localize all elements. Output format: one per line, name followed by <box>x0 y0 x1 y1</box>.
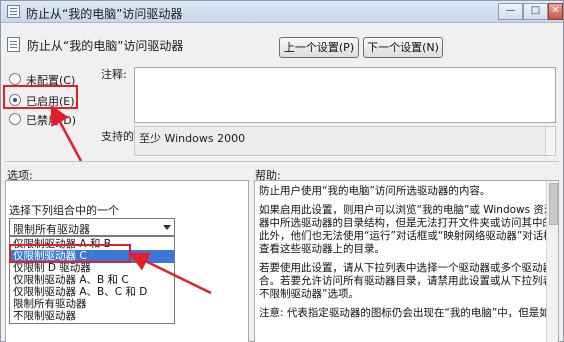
help-paragraph: 如果启用此设置，则用户可以浏览“我的电脑”或 Windows 资源管理 器中所选… <box>259 204 547 255</box>
policy-setting-icon <box>7 37 20 52</box>
window-title: 防止从“我的电脑”访问驱动器 <box>26 7 183 21</box>
previous-setting-button[interactable]: 上一个设置(P) <box>279 37 359 58</box>
help-text: 防止用户使用“我的电脑”访问所选驱动器的内容。 如果启用此设置，则用户可以浏览“… <box>259 185 547 326</box>
help-paragraph: 注意: 代表指定驱动器的图标仍会出现在“我的电脑”中，但是如果用户 <box>259 307 547 319</box>
close-button[interactable]: ✕ <box>548 3 563 20</box>
annotation-highlight-box <box>9 244 131 263</box>
next-setting-button[interactable]: 下一个设置(N) <box>363 37 443 58</box>
policy-window: 防止从“我的电脑”访问驱动器 — □ ✕ 防止从“我的电脑”访问驱动器 上一个设… <box>0 0 564 342</box>
platform-value: 至少 Windows 2000 <box>139 132 246 145</box>
dropdown-option[interactable]: 不限制驱动器 <box>10 310 174 323</box>
title-bar[interactable]: 防止从“我的电脑”访问驱动器 — □ ✕ <box>1 1 563 23</box>
radio-button[interactable] <box>9 73 21 85</box>
radio-label: 已禁用(D) <box>26 114 77 127</box>
comment-textarea[interactable] <box>134 67 556 123</box>
options-heading: 选择下列组合中的一个 <box>9 204 119 217</box>
policy-icon <box>7 5 20 18</box>
dropdown-selected-value: 限制所有驱动器 <box>13 223 90 236</box>
platform-field: 至少 Windows 2000 <box>134 126 556 156</box>
comment-label: 注释: <box>101 68 127 81</box>
radio-button[interactable] <box>9 113 21 125</box>
setting-title: 防止从“我的电脑”访问驱动器 <box>27 39 184 53</box>
drive-restriction-dropdown[interactable]: 限制所有驱动器 <box>9 218 175 236</box>
help-pane: 防止用户使用“我的电脑”访问所选驱动器的内容。 如果启用此设置，则用户可以浏览“… <box>254 180 559 342</box>
help-paragraph: 若要使用此设置，请从下拉列表中选择一个驱动器或多个驱动器的组 合。若要允许访问所… <box>259 262 547 300</box>
help-paragraph: 防止用户使用“我的电脑”访问所选驱动器的内容。 <box>259 185 491 197</box>
help-scrollbar[interactable] <box>546 181 558 342</box>
platform-scrollbar[interactable] <box>545 127 555 155</box>
section-divider <box>5 161 559 162</box>
annotation-highlight-box <box>3 85 78 109</box>
chevron-down-icon[interactable] <box>163 225 171 230</box>
setting-header: 防止从“我的电脑”访问驱动器 <box>7 35 267 55</box>
maximize-button[interactable]: □ <box>523 3 548 20</box>
minimize-button[interactable]: — <box>498 3 523 20</box>
